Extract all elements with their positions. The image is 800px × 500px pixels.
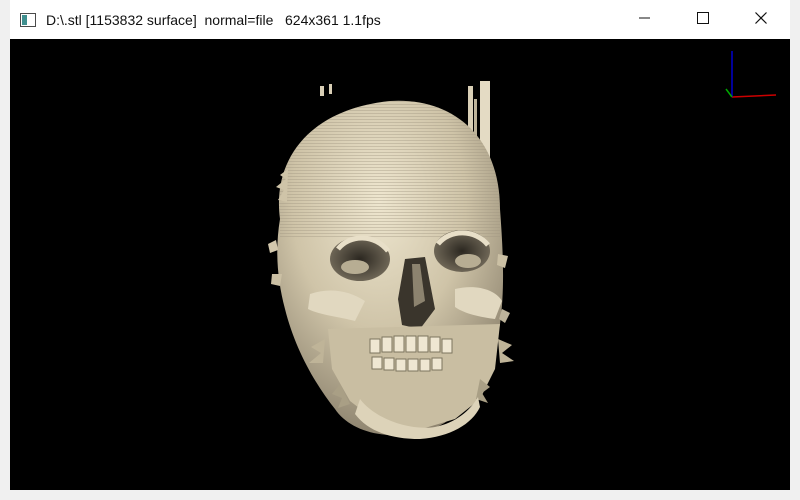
window-frame-bottom xyxy=(0,490,800,500)
close-button[interactable] xyxy=(732,0,790,39)
skull-mesh xyxy=(268,100,514,439)
window-title: D:\.stl [1153832 surface] normal=file 62… xyxy=(46,11,381,28)
close-icon xyxy=(755,11,767,29)
3d-viewport[interactable] xyxy=(10,39,790,490)
minimize-button[interactable] xyxy=(616,0,674,39)
render-canvas xyxy=(268,51,777,439)
axis-gizmo xyxy=(725,51,777,98)
minimize-icon xyxy=(639,11,651,29)
title-bar[interactable]: D:\.stl [1153832 surface] normal=file 62… xyxy=(10,0,790,39)
viewer-app-icon xyxy=(20,12,36,27)
stl-viewer-window: D:\.stl [1153832 surface] normal=file 62… xyxy=(0,0,800,500)
maximize-button[interactable] xyxy=(674,0,732,39)
maximize-icon xyxy=(697,11,709,29)
